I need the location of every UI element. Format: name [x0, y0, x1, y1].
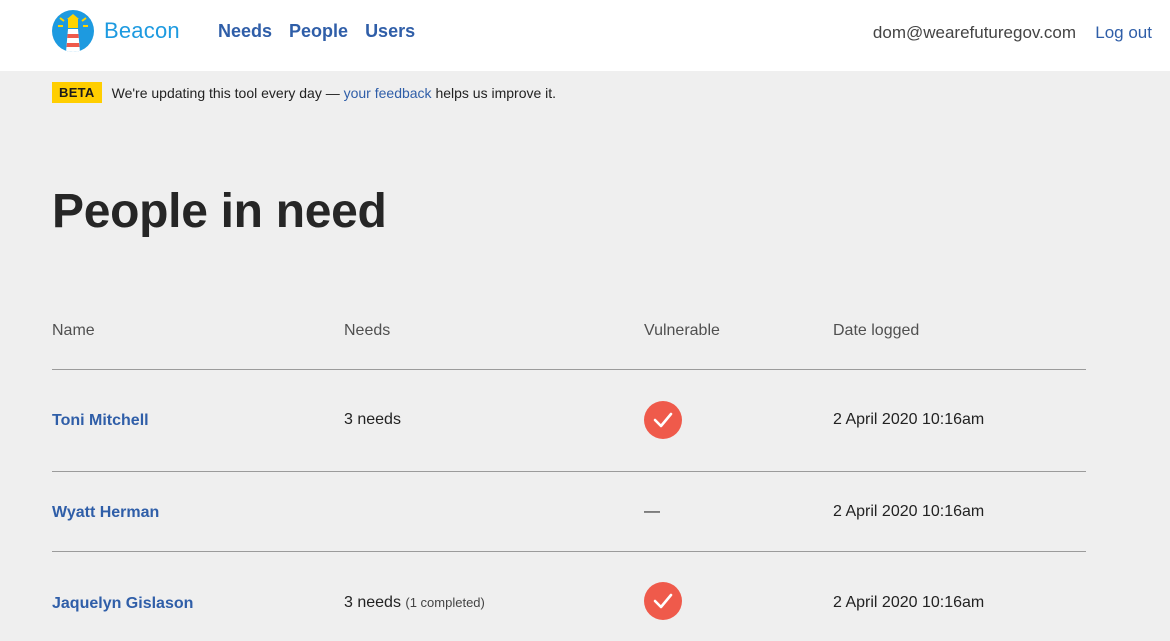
page-title: People in need: [52, 185, 387, 238]
table-row: Jaquelyn Gislason 3 needs (1 completed) …: [52, 552, 1086, 641]
person-name-link[interactable]: Wyatt Herman: [52, 504, 159, 522]
nav-needs[interactable]: Needs: [218, 21, 272, 42]
needs-count-text: 3 needs: [344, 411, 401, 428]
table-header-row: Name Needs Vulnerable Date logged: [52, 310, 1086, 370]
lighthouse-icon: [52, 10, 94, 52]
main-nav: Needs People Users: [218, 21, 415, 42]
column-header-needs: Needs: [344, 322, 391, 339]
needs-count: 3 needs (1 completed): [344, 594, 485, 612]
column-header-vulnerable: Vulnerable: [644, 322, 720, 339]
user-email: dom@wearefuturegov.com: [872, 23, 1076, 42]
date-logged: 2 April 2020 10:16am: [833, 594, 985, 611]
date-logged: 2 April 2020 10:16am: [833, 411, 985, 428]
beta-tag: BETA: [52, 82, 102, 103]
date-logged: 2 April 2020 10:16am: [833, 503, 985, 520]
nav-users[interactable]: Users: [365, 21, 415, 42]
column-header-date: Date logged: [833, 322, 920, 339]
table-row: Toni Mitchell 3 needs 2 April 2020 10:16…: [52, 370, 1086, 472]
not-vulnerable-dash: —: [644, 503, 660, 520]
brand-name: Beacon: [104, 18, 180, 43]
beta-text-before: We're updating this tool every day —: [111, 84, 344, 101]
check-icon: [644, 401, 682, 439]
people-table: Name Needs Vulnerable Date logged Toni M…: [52, 310, 1086, 641]
feedback-link[interactable]: your feedback: [344, 85, 432, 101]
person-name-link[interactable]: Jaquelyn Gislason: [52, 595, 193, 613]
beta-message: We're updating this tool every day — you…: [112, 85, 556, 101]
check-icon: [644, 582, 682, 620]
site-header: Beacon Needs People Users dom@wearefutur…: [0, 0, 1170, 71]
needs-completed: (1 completed): [405, 595, 485, 610]
table-row: Wyatt Herman — 2 April 2020 10:16am: [52, 472, 1086, 552]
beta-text-after: helps us improve it.: [431, 84, 557, 101]
needs-count-text: 3 needs: [344, 594, 401, 611]
beta-banner: BETA We're updating this tool every day …: [52, 82, 556, 103]
needs-count: 3 needs: [344, 411, 401, 429]
brand-logo-link[interactable]: Beacon: [52, 10, 180, 52]
logout-link[interactable]: Log out: [1095, 23, 1152, 43]
person-name-link[interactable]: Toni Mitchell: [52, 412, 149, 430]
column-header-name: Name: [52, 322, 95, 339]
nav-people[interactable]: People: [289, 21, 348, 42]
